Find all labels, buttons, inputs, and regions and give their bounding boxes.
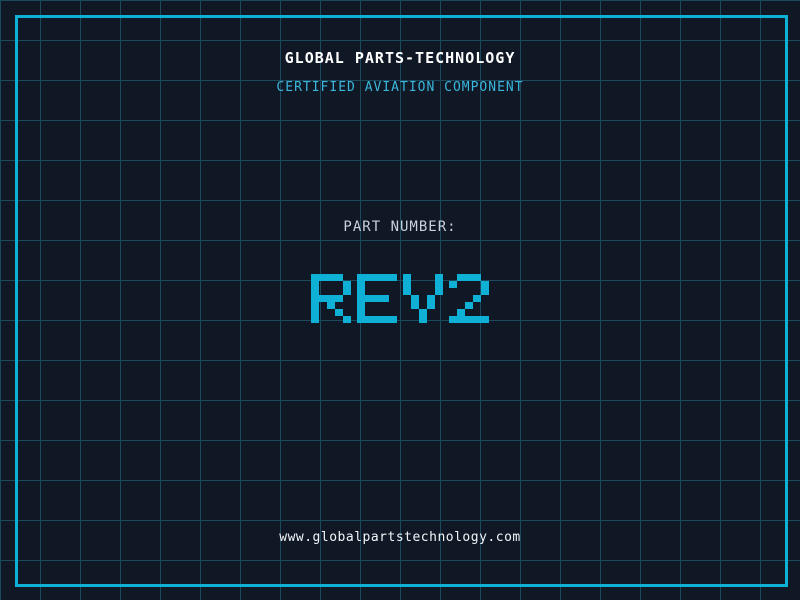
website-url[interactable]: www.globalpartstechnology.com bbox=[0, 530, 800, 546]
certificate-screen: GLOBAL PARTS-TECHNOLOGY CERTIFIED AVIATI… bbox=[0, 0, 800, 600]
company-name: GLOBAL PARTS-TECHNOLOGY bbox=[284, 49, 516, 67]
part-number-label: PART NUMBER: bbox=[343, 219, 457, 235]
certification-tagline: CERTIFIED AVIATION COMPONENT bbox=[276, 80, 524, 95]
part-number-value bbox=[0, 274, 800, 323]
